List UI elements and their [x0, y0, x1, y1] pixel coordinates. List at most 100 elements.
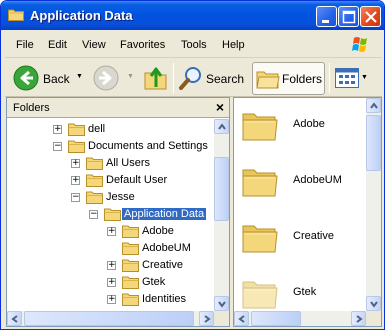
- folders-icon: [256, 71, 280, 89]
- collapse-button[interactable]: −: [89, 210, 98, 219]
- folder-item[interactable]: Creative: [238, 218, 368, 268]
- content-horizontal-scrollbar[interactable]: [234, 311, 366, 326]
- folders-pane: Folders × + dell − Documents and Settings + A…: [6, 97, 230, 327]
- scroll-corner: [214, 311, 229, 326]
- folder-icon: [68, 123, 85, 136]
- minimize-icon: [322, 20, 329, 23]
- scroll-down-button[interactable]: [366, 296, 381, 311]
- tree-item-label: Application Data: [122, 208, 207, 220]
- scroll-thumb[interactable]: [366, 115, 381, 171]
- tree-vertical-scrollbar[interactable]: [214, 119, 229, 311]
- tree-item[interactable]: − Jesse: [7, 189, 214, 206]
- folder-item-label: Gtek: [293, 286, 317, 298]
- tree-item-label: AdobeUM: [142, 242, 191, 254]
- folder-icon: [242, 281, 278, 309]
- folder-icon: [242, 169, 278, 197]
- scroll-left-button[interactable]: [234, 311, 249, 326]
- folder-item[interactable]: Adobe: [238, 106, 368, 156]
- views-dropdown-arrow-icon[interactable]: ▼: [361, 74, 368, 81]
- tree-horizontal-scrollbar[interactable]: [7, 311, 214, 326]
- horizontal-scroll-thumb[interactable]: [24, 311, 194, 326]
- maximize-button[interactable]: [338, 6, 359, 27]
- folder-icon: [242, 225, 278, 253]
- scroll-up-button[interactable]: [366, 98, 381, 113]
- tree-item[interactable]: − Application Data: [7, 206, 214, 223]
- content-vertical-scrollbar[interactable]: [366, 98, 381, 311]
- scroll-down-button[interactable]: [214, 296, 229, 311]
- expand-button[interactable]: +: [107, 278, 116, 287]
- menu-file[interactable]: File: [16, 39, 34, 51]
- expand-button[interactable]: +: [53, 125, 62, 134]
- back-dropdown-arrow-icon[interactable]: ▼: [76, 73, 83, 80]
- explorer-window: Application Data File Edit View Favorite…: [0, 0, 385, 330]
- tree-item[interactable]: + Gtek: [7, 274, 214, 291]
- expand-button[interactable]: +: [107, 261, 116, 270]
- title-bar[interactable]: Application Data: [1, 1, 384, 30]
- tree-item[interactable]: + dell: [7, 121, 214, 138]
- open-folder-icon: [104, 208, 121, 221]
- folder-icon: [68, 140, 85, 153]
- toolbar-separator: [329, 63, 330, 93]
- tree-item[interactable]: − Documents and Settings: [7, 138, 214, 155]
- tree-item[interactable]: + Creative: [7, 257, 214, 274]
- menu-help[interactable]: Help: [222, 39, 245, 51]
- collapse-button[interactable]: −: [71, 193, 80, 202]
- tree-item-label: Gtek: [142, 276, 166, 288]
- forward-dropdown-arrow-icon[interactable]: ▼: [127, 73, 134, 80]
- expand-button[interactable]: +: [71, 176, 80, 185]
- folder-tree: + dell − Documents and Settings + All Users + D…: [7, 119, 214, 306]
- windows-logo-icon: [352, 37, 367, 52]
- tree-item-label: Documents and Settings: [88, 140, 208, 152]
- chevron-left-icon: [11, 315, 18, 323]
- expand-button[interactable]: +: [107, 227, 116, 236]
- tree-item[interactable]: AdobeUM: [7, 240, 214, 257]
- folder-item-label: Adobe: [293, 118, 325, 130]
- tree-item-label: Jesse: [106, 191, 135, 203]
- tree-item-label: Identities: [142, 293, 187, 305]
- tree-item[interactable]: + Identities: [7, 291, 214, 306]
- chevron-up-icon: [218, 123, 226, 130]
- tree-item[interactable]: + Adobe: [7, 223, 214, 240]
- tree-item[interactable]: + Default User: [7, 172, 214, 189]
- folder-icon: [242, 113, 278, 141]
- views-button[interactable]: ▼: [333, 63, 373, 93]
- folders-button[interactable]: Folders: [252, 62, 325, 95]
- collapse-button[interactable]: −: [53, 142, 62, 151]
- folder-icon: [122, 225, 139, 238]
- folder-item[interactable]: AdobeUM: [238, 162, 368, 212]
- toolbar-separator: [173, 63, 174, 93]
- close-button[interactable]: [360, 6, 381, 27]
- horizontal-scroll-thumb[interactable]: [251, 311, 301, 326]
- folders-pane-close-button[interactable]: ×: [216, 99, 224, 115]
- menu-edit[interactable]: Edit: [48, 39, 67, 51]
- scroll-thumb[interactable]: [214, 157, 229, 221]
- folder-icon: [86, 157, 103, 170]
- minimize-button[interactable]: [316, 6, 337, 27]
- folder-up-icon: [144, 67, 167, 90]
- content-pane: Adobe AdobeUM Creative Gtek: [233, 97, 382, 327]
- menu-tools[interactable]: Tools: [181, 39, 207, 51]
- tree-item-label: Creative: [142, 259, 183, 271]
- scroll-corner: [366, 311, 381, 326]
- scroll-right-button[interactable]: [199, 311, 214, 326]
- scroll-right-button[interactable]: [351, 311, 366, 326]
- menu-favorites[interactable]: Favorites: [120, 39, 165, 51]
- folder-icon: [122, 259, 139, 272]
- chevron-up-icon: [370, 102, 378, 109]
- chevron-down-icon: [370, 301, 378, 308]
- forward-button[interactable]: ▼: [93, 63, 137, 93]
- standard-toolbar: Back ▼ ▼ Search Folders ▼: [5, 59, 382, 97]
- back-arrow-icon: [13, 65, 39, 91]
- chevron-down-icon: [218, 301, 226, 308]
- back-button[interactable]: Back ▼: [13, 63, 85, 93]
- expand-button[interactable]: +: [107, 295, 116, 304]
- scroll-left-button[interactable]: [7, 311, 22, 326]
- tree-item[interactable]: + All Users: [7, 155, 214, 172]
- maximize-icon: [342, 10, 356, 24]
- search-button[interactable]: Search: [177, 63, 247, 93]
- menu-view[interactable]: View: [82, 39, 106, 51]
- up-folder-button[interactable]: [142, 63, 170, 93]
- expand-button[interactable]: +: [71, 159, 80, 168]
- scroll-up-button[interactable]: [214, 119, 229, 134]
- tree-item-label: Adobe: [142, 225, 174, 237]
